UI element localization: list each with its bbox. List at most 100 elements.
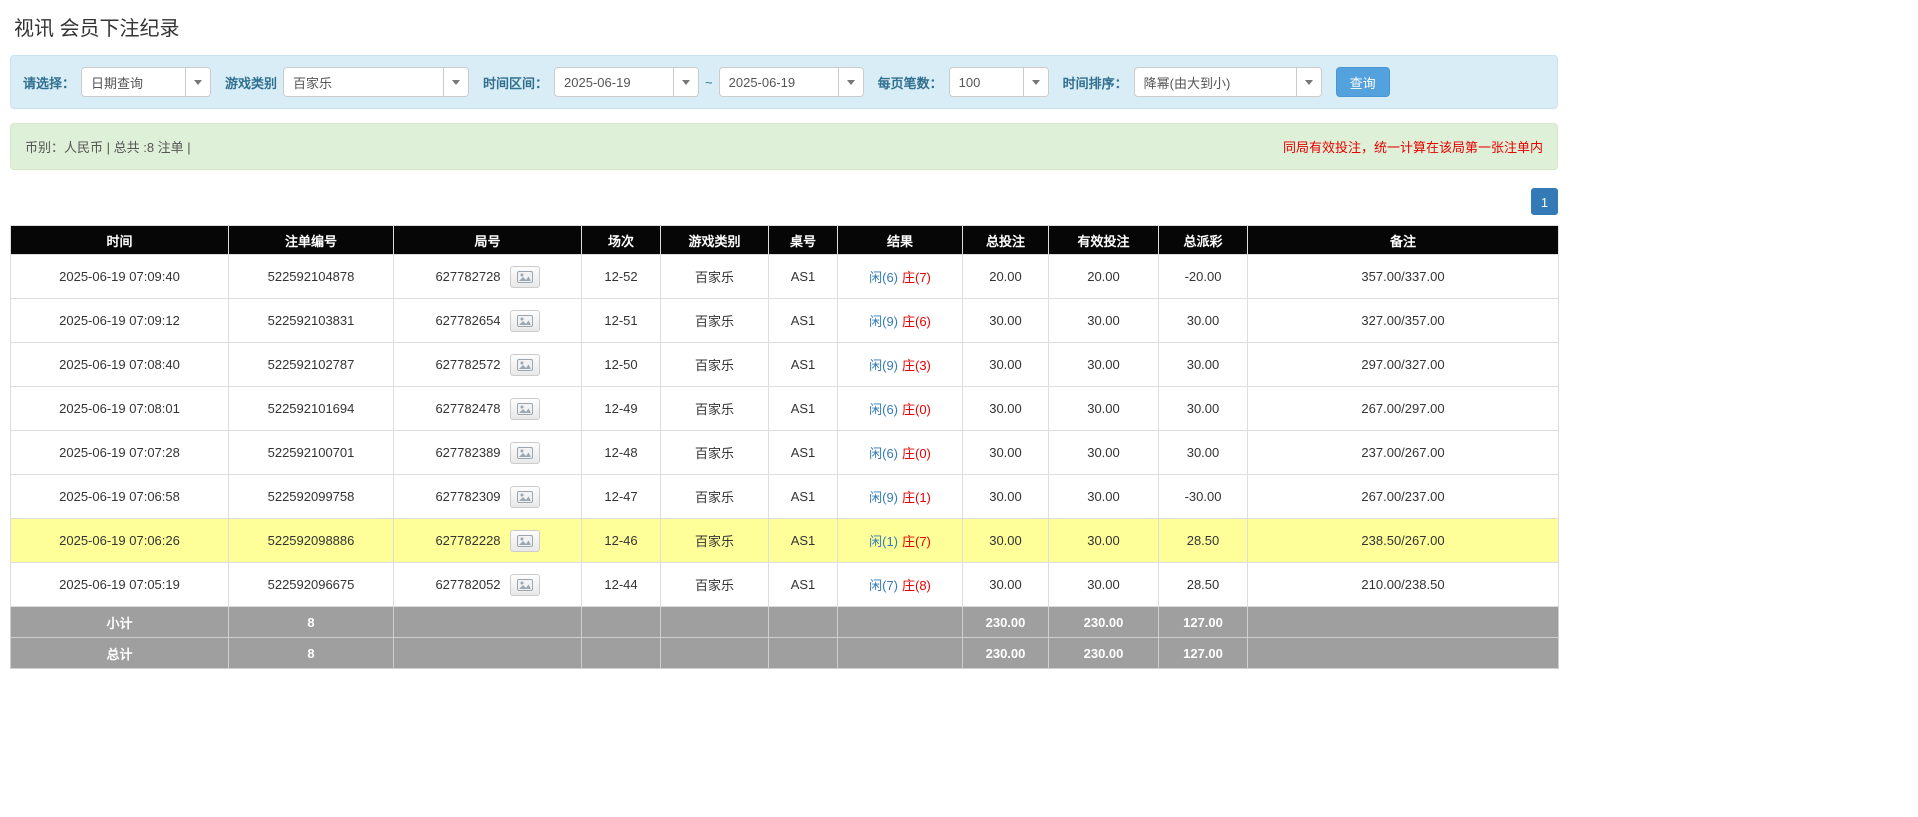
game-type-value: 百家乐: [284, 73, 443, 92]
chevron-down-icon[interactable]: [443, 68, 468, 96]
cell-remark: 238.50/267.00: [1248, 519, 1559, 563]
cell-game-type: 百家乐: [661, 519, 769, 563]
page-size-value: 100: [950, 75, 1023, 90]
header-game-type: 游戏类别: [661, 226, 769, 255]
cell-time: 2025-06-19 07:05:19: [11, 563, 229, 607]
image-icon: [517, 491, 533, 503]
query-type-select[interactable]: 日期查询: [81, 67, 211, 97]
chevron-down-icon[interactable]: [1296, 68, 1321, 96]
cell-total-bet[interactable]: 20.00: [963, 255, 1049, 299]
round-id-text: 627782309: [435, 489, 500, 504]
header-result: 结果: [838, 226, 963, 255]
view-round-result-button[interactable]: [510, 354, 540, 376]
image-icon: [517, 271, 533, 283]
chevron-down-icon[interactable]: [1023, 68, 1048, 96]
subtotal-valid-bet: 230.00: [1049, 607, 1159, 638]
game-type-group: 游戏类别 百家乐: [225, 67, 469, 97]
cell-total-bet[interactable]: 30.00: [963, 343, 1049, 387]
cell-remark: 267.00/237.00: [1248, 475, 1559, 519]
page-size-select[interactable]: 100: [949, 67, 1049, 97]
banker-result: 庄(0): [902, 402, 931, 417]
view-round-result-button[interactable]: [510, 442, 540, 464]
cell-payout: -30.00: [1159, 475, 1248, 519]
table-body: 2025-06-19 07:09:40 522592104878 6277827…: [11, 255, 1559, 607]
empty-cell: [394, 638, 582, 669]
cell-time: 2025-06-19 07:06:58: [11, 475, 229, 519]
header-payout: 总派彩: [1159, 226, 1248, 255]
cell-time: 2025-06-19 07:09:12: [11, 299, 229, 343]
cell-session: 12-52: [582, 255, 661, 299]
sort-select[interactable]: 降幂(由大到小): [1134, 67, 1322, 97]
cell-payout: 30.00: [1159, 299, 1248, 343]
cell-bet-id: 522592103831: [229, 299, 394, 343]
cell-payout: 30.00: [1159, 431, 1248, 475]
cell-total-bet[interactable]: 30.00: [963, 563, 1049, 607]
subtotal-count: 8: [229, 607, 394, 638]
table-row: 2025-06-19 07:06:26 522592098886 6277822…: [11, 519, 1559, 563]
cell-total-bet[interactable]: 30.00: [963, 387, 1049, 431]
view-round-result-button[interactable]: [510, 310, 540, 332]
view-round-result-button[interactable]: [510, 486, 540, 508]
cell-remark: 357.00/337.00: [1248, 255, 1559, 299]
cell-round-id: 627782654: [394, 299, 582, 343]
table-row: 2025-06-19 07:06:58 522592099758 6277823…: [11, 475, 1559, 519]
view-round-result-button[interactable]: [510, 574, 540, 596]
cell-total-bet[interactable]: 30.00: [963, 431, 1049, 475]
grand-total-payout: 127.00: [1159, 638, 1248, 669]
view-round-result-button[interactable]: [510, 398, 540, 420]
chevron-down-icon[interactable]: [673, 68, 698, 96]
cell-total-bet[interactable]: 30.00: [963, 519, 1049, 563]
round-id-text: 627782728: [435, 269, 500, 284]
empty-cell: [661, 607, 769, 638]
cell-time: 2025-06-19 07:06:26: [11, 519, 229, 563]
cell-session: 12-44: [582, 563, 661, 607]
banker-result: 庄(6): [902, 314, 931, 329]
cell-result: 闲(9)庄(3): [838, 343, 963, 387]
date-to-picker[interactable]: 2025-06-19: [719, 67, 864, 97]
cell-table-no: AS1: [769, 519, 838, 563]
player-result: 闲(7): [869, 578, 898, 593]
chevron-down-icon[interactable]: [838, 68, 863, 96]
subtotal-total-bet: 230.00: [963, 607, 1049, 638]
page-container: 视讯 会员下注纪录 请选择： 日期查询 游戏类别 百家乐 时间区间： 2025-…: [10, 0, 1568, 669]
player-result: 闲(1): [869, 534, 898, 549]
cell-table-no: AS1: [769, 563, 838, 607]
cell-payout: 28.50: [1159, 519, 1248, 563]
cell-game-type: 百家乐: [661, 387, 769, 431]
game-type-select[interactable]: 百家乐: [283, 67, 469, 97]
table-row: 2025-06-19 07:07:28 522592100701 6277823…: [11, 431, 1559, 475]
cell-total-bet[interactable]: 30.00: [963, 475, 1049, 519]
chevron-down-icon[interactable]: [185, 68, 210, 96]
query-type-group: 请选择： 日期查询: [23, 67, 211, 97]
view-round-result-button[interactable]: [510, 266, 540, 288]
cell-table-no: AS1: [769, 431, 838, 475]
subtotal-payout: 127.00: [1159, 607, 1248, 638]
empty-cell: [838, 607, 963, 638]
cell-round-id: 627782052: [394, 563, 582, 607]
cell-remark: 267.00/297.00: [1248, 387, 1559, 431]
page-1-button[interactable]: 1: [1531, 188, 1558, 215]
header-table-no: 桌号: [769, 226, 838, 255]
cell-valid-bet: 30.00: [1049, 387, 1159, 431]
search-button[interactable]: 查询: [1336, 67, 1390, 97]
page-size-group: 每页笔数： 100: [878, 67, 1049, 97]
view-round-result-button[interactable]: [510, 530, 540, 552]
header-session: 场次: [582, 226, 661, 255]
date-from-picker[interactable]: 2025-06-19: [554, 67, 699, 97]
cell-table-no: AS1: [769, 387, 838, 431]
table-row: 2025-06-19 07:05:19 522592096675 6277820…: [11, 563, 1559, 607]
query-type-value: 日期查询: [82, 73, 185, 92]
subtotal-row: 小计 8 230.00 230.00 127.00: [11, 607, 1559, 638]
table-row: 2025-06-19 07:08:01 522592101694 6277824…: [11, 387, 1559, 431]
cell-result: 闲(6)庄(0): [838, 387, 963, 431]
empty-cell: [769, 607, 838, 638]
cell-total-bet[interactable]: 30.00: [963, 299, 1049, 343]
empty-cell: [1248, 638, 1559, 669]
cell-bet-id: 522592100701: [229, 431, 394, 475]
sort-value: 降幂(由大到小): [1135, 73, 1296, 92]
cell-bet-id: 522592104878: [229, 255, 394, 299]
banker-result: 庄(8): [902, 578, 931, 593]
table-row: 2025-06-19 07:09:40 522592104878 6277827…: [11, 255, 1559, 299]
cell-time: 2025-06-19 07:07:28: [11, 431, 229, 475]
cell-round-id: 627782389: [394, 431, 582, 475]
